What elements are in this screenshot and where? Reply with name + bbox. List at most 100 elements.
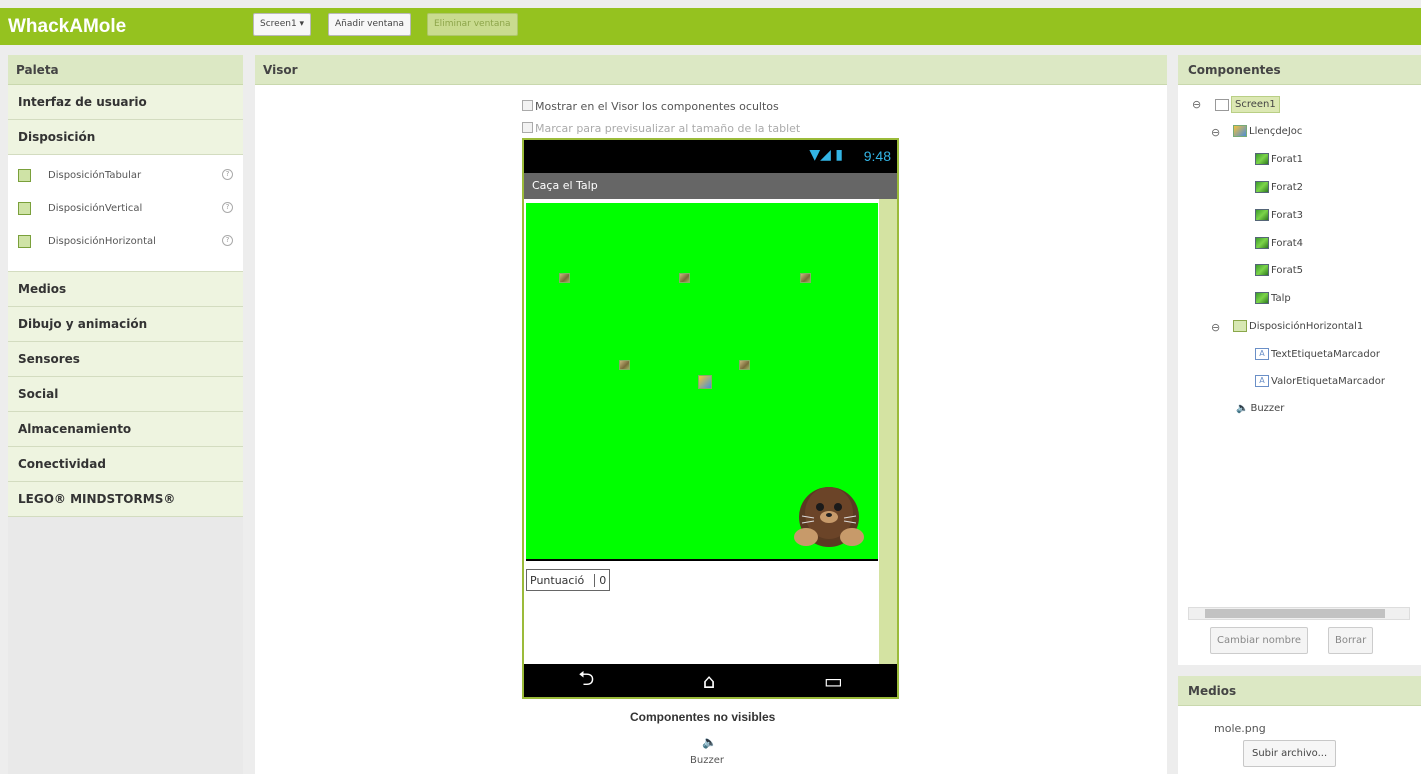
components-hscroll[interactable] xyxy=(1188,607,1410,620)
app-title: WhackAMole xyxy=(8,16,127,37)
palette-item-label: DisposiciónHorizontal xyxy=(48,236,156,247)
tree-node-buzzer[interactable]: 🔈 Buzzer xyxy=(1236,403,1284,414)
hole-sprite-3[interactable] xyxy=(800,273,811,283)
palette-item-horizontal-layout[interactable]: DisposiciónHorizontal ? xyxy=(8,225,243,258)
tree-node-label: LlençdeJoc xyxy=(1249,125,1303,137)
tablet-preview-checkbox[interactable]: Marcar para previsualizar al tamaño de l… xyxy=(522,122,800,135)
collapse-icon[interactable]: ⊖ xyxy=(1211,321,1220,334)
score-value: 0 xyxy=(594,573,606,587)
mole-sprite[interactable] xyxy=(790,473,868,549)
checkbox-icon[interactable] xyxy=(522,100,533,111)
image-sprite-icon xyxy=(1255,292,1269,304)
label-icon: A xyxy=(1255,375,1269,387)
vertical-layout-icon xyxy=(18,202,31,215)
delete-button[interactable]: Borrar xyxy=(1328,627,1374,654)
tree-node-forat3[interactable]: Forat3 xyxy=(1255,209,1303,221)
score-label: Puntuació xyxy=(530,573,585,587)
tree-node-forat5[interactable]: Forat5 xyxy=(1255,264,1303,276)
score-container: Puntuació 0 xyxy=(526,569,611,591)
sound-icon[interactable]: 🔈 xyxy=(702,735,717,749)
palette-category-drawing[interactable]: Dibujo y animación xyxy=(8,307,243,342)
tree-node-text-label[interactable]: A TextEtiquetaMarcador xyxy=(1255,348,1380,360)
image-sprite-icon xyxy=(1255,237,1269,249)
tree-node-forat2[interactable]: Forat2 xyxy=(1255,181,1303,193)
label-icon: A xyxy=(1255,348,1269,360)
hole-sprite-1[interactable] xyxy=(559,273,570,283)
palette-category-media[interactable]: Medios xyxy=(8,272,243,307)
canvas-icon xyxy=(1233,125,1247,137)
show-hidden-label: Mostrar en el Visor los componentes ocul… xyxy=(535,100,779,113)
back-icon[interactable]: ⮌ xyxy=(578,664,594,698)
add-screen-button[interactable]: Añadir ventana xyxy=(328,13,411,36)
tree-node-horizontal-layout[interactable]: DisposiciónHorizontal1 xyxy=(1233,320,1363,332)
collapse-icon[interactable]: ⊖ xyxy=(1211,126,1220,139)
palette-category-user-interface[interactable]: Interfaz de usuario xyxy=(8,85,243,120)
palette-item-label: DisposiciónTabular xyxy=(48,170,142,181)
help-icon[interactable]: ? xyxy=(222,235,233,246)
tree-node-label: Forat2 xyxy=(1271,181,1304,193)
image-sprite-icon xyxy=(1255,153,1269,165)
screen-dropdown[interactable]: Screen1 ▾ xyxy=(253,13,312,36)
components-header: Componentes xyxy=(1178,55,1421,85)
tree-node-label: TextEtiquetaMarcador xyxy=(1271,348,1380,360)
tree-node-talp[interactable]: Talp xyxy=(1255,292,1291,304)
tree-node-screen1[interactable]: Screen1 xyxy=(1215,96,1280,113)
media-header: Medios xyxy=(1178,676,1421,706)
tree-node-label: DisposiciónHorizontal1 xyxy=(1249,320,1364,332)
palette-category-layout[interactable]: Disposición xyxy=(8,120,243,155)
tree-node-label: Forat3 xyxy=(1271,209,1304,221)
palette-panel: Paleta Interfaz de usuario Disposición D… xyxy=(8,55,243,774)
tablet-preview-label: Marcar para previsualizar al tamaño de l… xyxy=(535,122,801,135)
palette-header: Paleta xyxy=(8,55,243,85)
canvas-sprite-icon[interactable] xyxy=(698,375,712,389)
scroll-thumb[interactable] xyxy=(1205,609,1385,618)
hole-sprite-2[interactable] xyxy=(679,273,690,283)
hole-sprite-5[interactable] xyxy=(739,360,750,370)
nonvisible-components-title: Componentes no visibles xyxy=(630,710,776,724)
palette-category-sensors[interactable]: Sensores xyxy=(8,342,243,377)
upload-file-button[interactable]: Subir archivo... xyxy=(1243,740,1337,767)
sound-icon: 🔈 xyxy=(1236,403,1249,414)
signal-battery-icon: ▼◢ ▮ xyxy=(809,147,843,163)
tree-node-canvas[interactable]: LlençdeJoc xyxy=(1233,125,1302,137)
show-hidden-checkbox[interactable]: Mostrar en el Visor los componentes ocul… xyxy=(522,100,779,113)
image-sprite-icon xyxy=(1255,209,1269,221)
status-bar: ▼◢ ▮ 9:48 xyxy=(524,140,897,173)
recent-apps-icon[interactable]: ▭ xyxy=(824,669,843,693)
hole-sprite-4[interactable] xyxy=(619,360,630,370)
viewer-header: Visor xyxy=(255,55,1167,85)
horizontal-layout-icon xyxy=(18,235,31,248)
palette-category-lego[interactable]: LEGO® MINDSTORMS® xyxy=(8,482,243,517)
tree-node-value-label[interactable]: A ValorEtiquetaMarcador xyxy=(1255,375,1385,387)
media-file-item[interactable]: mole.png xyxy=(1214,722,1266,735)
horizontal-layout-icon xyxy=(1233,320,1247,332)
game-canvas[interactable] xyxy=(526,203,878,561)
components-panel: Componentes xyxy=(1178,55,1421,665)
image-sprite-icon xyxy=(1255,181,1269,193)
tree-node-label: ValorEtiquetaMarcador xyxy=(1271,375,1385,387)
tree-node-forat1[interactable]: Forat1 xyxy=(1255,153,1303,165)
tree-node-forat4[interactable]: Forat4 xyxy=(1255,237,1303,249)
image-sprite-icon xyxy=(1255,264,1269,276)
palette-category-storage[interactable]: Almacenamiento xyxy=(8,412,243,447)
remove-screen-button[interactable]: Eliminar ventana xyxy=(427,13,518,36)
tree-node-label: Forat1 xyxy=(1271,153,1304,165)
palette-item-table-layout[interactable]: DisposiciónTabular ? xyxy=(8,159,243,192)
palette-category-social[interactable]: Social xyxy=(8,377,243,412)
checkbox-icon[interactable] xyxy=(522,122,533,133)
help-icon[interactable]: ? xyxy=(222,202,233,213)
phone-preview: ▼◢ ▮ 9:48 Caça el Talp Puntuació 0 ⮌ ⌂ ▭ xyxy=(522,138,899,699)
app-title-bar: Caça el Talp xyxy=(524,173,897,199)
top-toolbar: WhackAMole Screen1 ▾ Añadir ventana Elim… xyxy=(0,8,1421,45)
palette-item-vertical-layout[interactable]: DisposiciónVertical ? xyxy=(8,192,243,225)
tree-node-label: Talp xyxy=(1271,292,1291,304)
tree-node-label: Forat5 xyxy=(1271,264,1304,276)
buzzer-label: Buzzer xyxy=(690,755,724,766)
screen-icon xyxy=(1215,98,1229,111)
phone-scrollbar[interactable] xyxy=(879,199,897,664)
collapse-icon[interactable]: ⊖ xyxy=(1192,98,1201,111)
home-icon[interactable]: ⌂ xyxy=(703,669,716,693)
help-icon[interactable]: ? xyxy=(222,169,233,180)
rename-button[interactable]: Cambiar nombre xyxy=(1210,627,1308,654)
palette-category-connectivity[interactable]: Conectividad xyxy=(8,447,243,482)
